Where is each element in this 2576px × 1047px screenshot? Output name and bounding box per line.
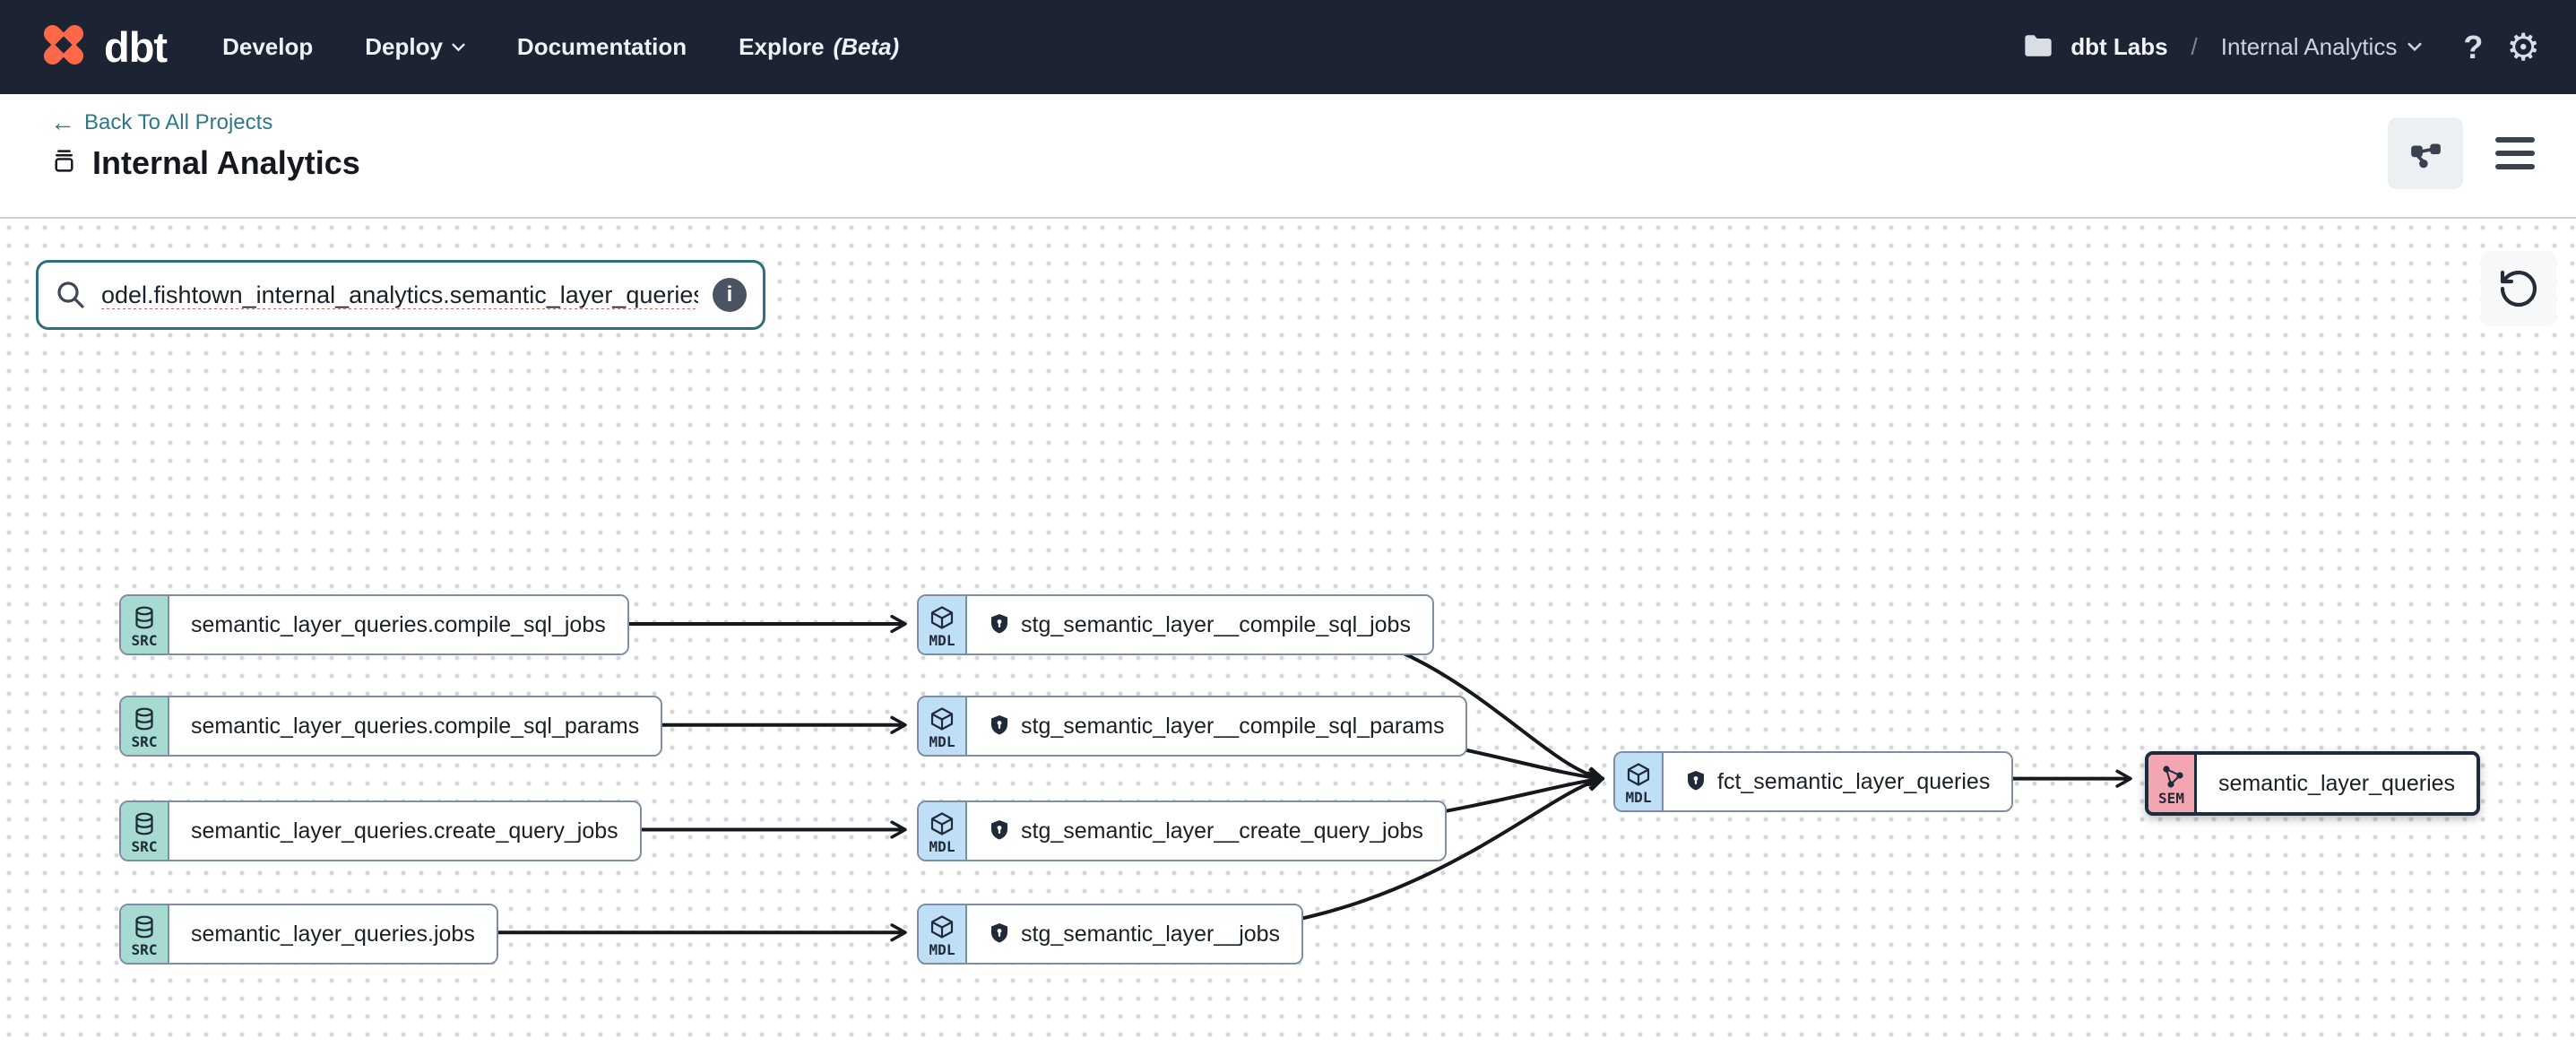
breadcrumb-separator: /: [2191, 33, 2198, 61]
node-src-create-query-jobs[interactable]: SRC semantic_layer_queries.create_query_j…: [119, 800, 642, 861]
database-icon: [133, 914, 156, 939]
menu-button[interactable]: [2490, 132, 2540, 175]
shield-icon: [1685, 770, 1707, 793]
node-badge-label: MDL: [1626, 789, 1652, 806]
nav-item-documentation[interactable]: Documentation: [517, 33, 687, 61]
cube-icon: [929, 811, 955, 836]
node-badge-mdl: MDL: [919, 697, 967, 755]
node-badge-mdl: MDL: [1615, 753, 1664, 810]
gear-icon[interactable]: ⚙: [2506, 29, 2540, 66]
node-badge-label: MDL: [929, 733, 955, 750]
node-badge-src: SRC: [121, 905, 169, 963]
nav-item-label: Deploy: [365, 33, 443, 61]
nav-item-develop[interactable]: Develop: [222, 33, 313, 61]
nav-item-label: Develop: [222, 33, 313, 61]
project-switcher[interactable]: Internal Analytics: [2221, 33, 2423, 61]
node-label: semantic_layer_queries: [2197, 755, 2477, 812]
navbar-account-area: dbt Labs / Internal Analytics ? ⚙: [2024, 29, 2540, 66]
nav-item-deploy[interactable]: Deploy: [365, 33, 465, 61]
dbt-logo[interactable]: dbt: [36, 17, 167, 77]
node-badge-src: SRC: [121, 802, 169, 860]
dbt-logo-icon: [36, 17, 91, 77]
account-name[interactable]: dbt Labs: [2070, 33, 2167, 61]
node-label: stg_semantic_layer__compile_sql_jobs: [967, 596, 1432, 653]
node-badge-label: MDL: [929, 632, 955, 649]
folder-icon: [2024, 33, 2053, 62]
node-label: stg_semantic_layer__create_query_jobs: [967, 802, 1445, 860]
back-link-label: Back To All Projects: [84, 110, 272, 135]
node-label: semantic_layer_queries.compile_sql_jobs: [169, 596, 627, 653]
project-icon: [50, 147, 78, 179]
shield-icon: [989, 613, 1010, 636]
node-stg-semantic-layer-jobs[interactable]: MDL stg_semantic_layer__jobs: [917, 904, 1303, 965]
navbar-menu: Develop Deploy Documentation Explore (Beta): [222, 33, 899, 61]
node-src-compile-sql-jobs[interactable]: SRC semantic_layer_queries.compile_sql_jo…: [119, 594, 629, 655]
search-icon: [55, 279, 87, 311]
nav-item-label: Explore: [739, 33, 824, 61]
page-title: Internal Analytics: [92, 144, 360, 182]
shield-icon: [989, 922, 1010, 946]
project-switcher-label: Internal Analytics: [2221, 33, 2398, 61]
node-badge-label: SEM: [2158, 790, 2184, 807]
shield-icon: [989, 819, 1010, 843]
node-badge-src: SRC: [121, 697, 169, 755]
rotate-ccw-icon: [2497, 267, 2540, 310]
node-src-compile-sql-params[interactable]: SRC semantic_layer_queries.compile_sql_pa…: [119, 696, 662, 757]
nav-item-explore[interactable]: Explore (Beta): [739, 33, 899, 61]
lineage-canvas[interactable]: i SRC semantic_layer_queries.compile_sql_…: [0, 217, 2576, 1047]
top-navbar: dbt Develop Deploy Documentation Explore (Be…: [0, 0, 2576, 94]
node-fct-semantic-layer-queries[interactable]: MDL fct_semantic_layer_queries: [1613, 751, 2013, 812]
hamburger-icon: [2495, 137, 2535, 143]
nav-item-label: Documentation: [517, 33, 687, 61]
semantic-layer-icon: [2160, 765, 2183, 788]
cube-icon: [929, 914, 955, 939]
reset-view-button[interactable]: [2481, 251, 2556, 326]
search-input[interactable]: [101, 281, 698, 309]
node-badge-label: MDL: [929, 941, 955, 958]
node-label: semantic_layer_queries.jobs: [169, 905, 497, 963]
node-badge-mdl: MDL: [919, 802, 967, 860]
database-icon: [133, 706, 156, 731]
node-stg-semantic-layer-compile-sql-jobs[interactable]: MDL stg_semantic_layer__compile_sql_jobs: [917, 594, 1434, 655]
node-label: stg_semantic_layer__jobs: [967, 905, 1301, 963]
node-badge-label: SRC: [132, 838, 158, 855]
node-label: semantic_layer_queries.create_query_jobs: [169, 802, 640, 860]
dbt-logo-text: dbt: [104, 22, 167, 72]
chevron-down-icon: [452, 43, 465, 52]
page-header: ← Back To All Projects Internal Analytic…: [0, 94, 2576, 217]
database-icon: [133, 811, 156, 836]
cube-icon: [929, 605, 955, 630]
info-icon[interactable]: i: [713, 278, 747, 312]
node-badge-label: SRC: [132, 941, 158, 958]
shield-icon: [989, 714, 1010, 738]
lineage-graph-icon: [2408, 137, 2442, 169]
lineage-view-button[interactable]: [2388, 117, 2463, 189]
node-badge-src: SRC: [121, 596, 169, 653]
node-label: stg_semantic_layer__compile_sql_params: [967, 697, 1465, 755]
nav-item-suffix: (Beta): [834, 33, 900, 61]
node-badge-label: SRC: [132, 733, 158, 750]
help-icon[interactable]: ?: [2463, 29, 2483, 66]
back-arrow-icon: ←: [50, 110, 75, 135]
node-stg-semantic-layer-create-query-jobs[interactable]: MDL stg_semantic_layer__create_query_jobs: [917, 800, 1447, 861]
database-icon: [133, 605, 156, 630]
chevron-down-icon: [2407, 42, 2422, 52]
node-badge-sem: SEM: [2148, 755, 2197, 812]
node-label: semantic_layer_queries.compile_sql_param…: [169, 697, 661, 755]
node-badge-mdl: MDL: [919, 905, 967, 963]
cube-icon: [1626, 762, 1651, 787]
node-badge-mdl: MDL: [919, 596, 967, 653]
node-badge-label: SRC: [132, 632, 158, 649]
node-badge-label: MDL: [929, 838, 955, 855]
node-stg-semantic-layer-compile-sql-params[interactable]: MDL stg_semantic_layer__compile_sql_param…: [917, 696, 1467, 757]
node-src-jobs[interactable]: SRC semantic_layer_queries.jobs: [119, 904, 498, 965]
lineage-search: i: [36, 260, 765, 330]
node-label: fct_semantic_layer_queries: [1664, 753, 2011, 810]
cube-icon: [929, 706, 955, 731]
back-to-projects-link[interactable]: ← Back To All Projects: [50, 110, 272, 135]
node-semantic-layer-queries[interactable]: SEM semantic_layer_queries: [2145, 751, 2480, 816]
